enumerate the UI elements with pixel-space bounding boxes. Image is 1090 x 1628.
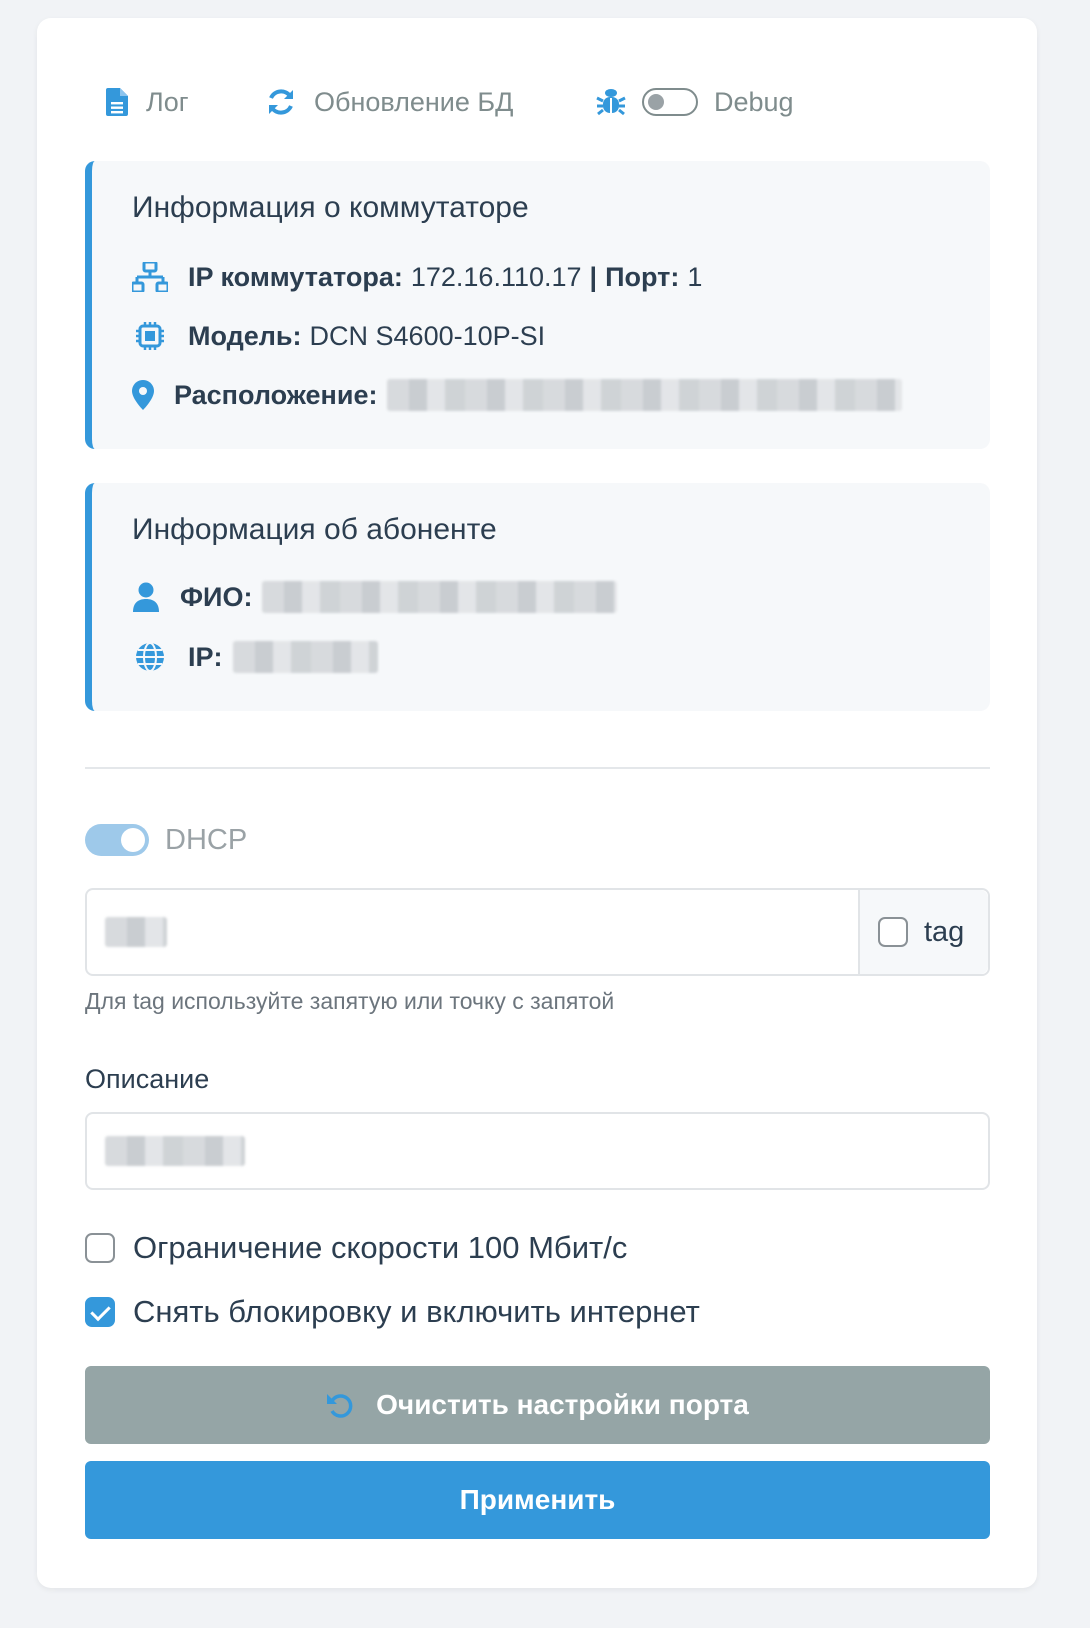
undo-icon (326, 1391, 354, 1419)
speed-limit-label: Ограничение скорости 100 Мбит/с (133, 1230, 628, 1265)
vlan-input-group: tag (85, 888, 990, 976)
divider (85, 767, 990, 769)
switch-ip-row: IP коммутатора: 172.16.110.17 | Порт: 1 (132, 257, 702, 297)
speed-limit-checkbox[interactable] (85, 1233, 115, 1263)
speed-limit-option[interactable]: Ограничение скорости 100 Мбит/с (85, 1226, 627, 1270)
chip-icon (132, 321, 168, 351)
subscriber-name-row: ФИО: (132, 577, 618, 617)
subscriber-name-label: ФИО: (180, 581, 253, 612)
switch-info-title: Информация о коммутаторе (132, 191, 529, 224)
dhcp-toggle[interactable] (85, 824, 149, 856)
location-row: Расположение: (132, 375, 903, 415)
update-db-label: Обновление БД (314, 86, 514, 117)
switch-ip-label: IP коммутатора: (188, 261, 403, 292)
user-icon (132, 582, 160, 612)
bug-icon (596, 87, 626, 117)
subscriber-ip-redacted (232, 641, 378, 673)
debug-control: Debug (596, 78, 794, 126)
log-label: Лог (146, 86, 189, 117)
apply-label: Применить (459, 1484, 616, 1515)
model-label: Модель: (188, 320, 302, 351)
debug-toggle[interactable] (642, 88, 698, 116)
dhcp-switch[interactable]: DHCP (85, 820, 247, 860)
subscriber-info-title: Информация об абоненте (132, 513, 497, 546)
update-db-link[interactable]: Обновление БД (266, 78, 513, 126)
description-label: Описание (85, 1064, 210, 1094)
tag-label: tag (924, 915, 965, 948)
separator: | (589, 261, 598, 292)
unblock-option[interactable]: Снять блокировку и включить интернет (85, 1290, 700, 1334)
tag-checkbox[interactable] (878, 917, 908, 947)
refresh-icon (266, 87, 296, 117)
debug-label: Debug (714, 86, 794, 117)
switch-ip-value: 172.16.110.17 (410, 261, 582, 292)
switch-info-panel: Информация о коммутаторе IP коммутатора:… (85, 161, 990, 449)
apply-button[interactable]: Применить (85, 1461, 990, 1539)
vlan-help-text: Для tag используйте запятую или точку с … (85, 988, 615, 1014)
location-label: Расположение: (174, 379, 378, 410)
subscriber-ip-label: IP: (188, 641, 223, 672)
file-icon (106, 88, 128, 116)
vlan-value-redacted (105, 917, 167, 947)
subscriber-name-redacted (262, 581, 618, 613)
network-icon (132, 262, 168, 292)
subscriber-info-panel: Информация об абоненте ФИО: IP: (85, 483, 990, 711)
description-input[interactable] (85, 1112, 990, 1190)
dhcp-label: DHCP (165, 823, 248, 856)
subscriber-ip-row: IP: (132, 637, 378, 677)
tag-addon: tag (858, 890, 988, 974)
globe-icon (132, 642, 168, 672)
location-value-redacted (387, 379, 903, 411)
reset-port-label: Очистить настройки порта (376, 1389, 749, 1420)
switch-model-row: Модель: DCN S4600-10P-SI (132, 316, 545, 356)
vlan-input[interactable] (87, 890, 858, 974)
unblock-checkbox[interactable] (85, 1297, 115, 1327)
toolbar: Лог Обновление БД Debug (70, 78, 890, 126)
log-link[interactable]: Лог (106, 78, 189, 126)
port-value: 1 (687, 261, 703, 292)
port-label: Порт: (605, 261, 680, 292)
unblock-label: Снять блокировку и включить интернет (133, 1294, 700, 1329)
description-value-redacted (105, 1136, 245, 1166)
model-value: DCN S4600-10P-SI (309, 320, 546, 351)
reset-port-button[interactable]: Очистить настройки порта (85, 1366, 990, 1444)
map-pin-icon (132, 380, 154, 410)
